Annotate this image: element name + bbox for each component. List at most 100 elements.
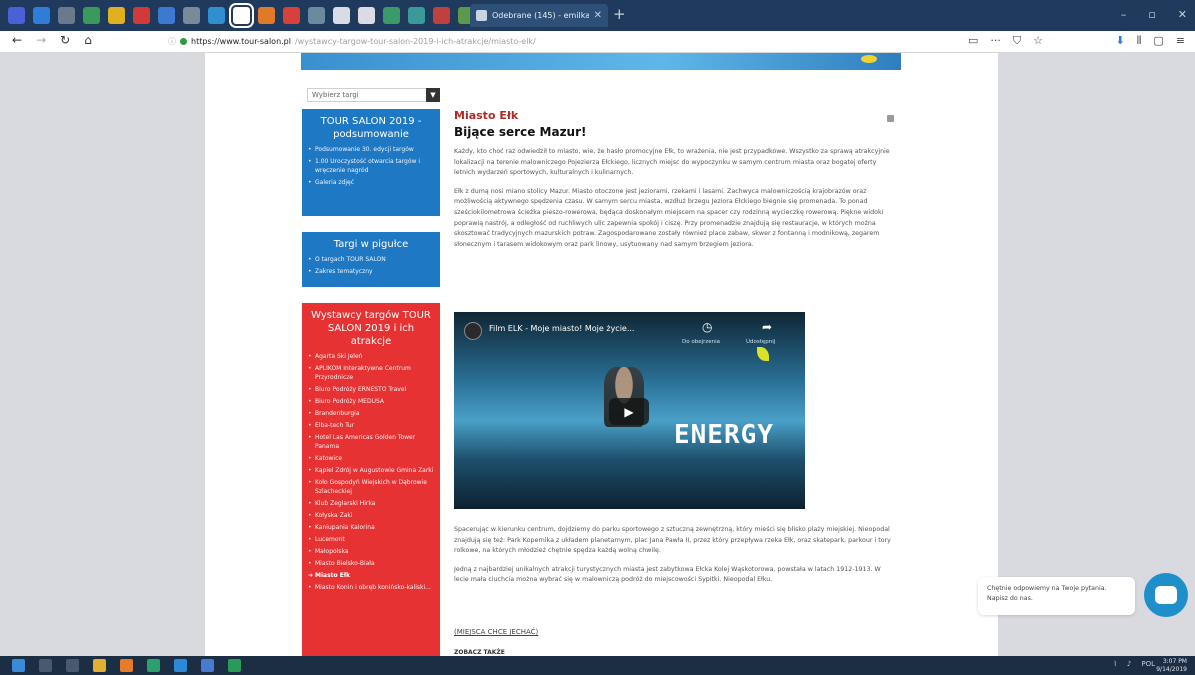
video-overlay-text: ENERGY [674,420,774,450]
sidebar-link[interactable]: Zakres tematyczny [308,267,434,276]
system-tray: ⌇ ♪ POL [1113,660,1155,668]
info-icon[interactable]: ⓘ [168,36,176,47]
sidebar-link[interactable]: Podsumowanie 30. edycji targów [308,145,434,154]
reader-view-icon[interactable]: ▭ [968,34,978,48]
media-player-icon[interactable] [147,659,160,672]
chart-icon[interactable] [158,7,175,24]
windows-start-icon[interactable] [12,659,25,672]
active-tab[interactable]: Odebrane (145) - emilka.pachi ✕ [470,4,608,27]
more-actions-icon[interactable]: ··· [990,34,1001,48]
fair-select[interactable]: Wybierz targi ▼ [307,88,440,102]
download-icon[interactable]: ⬇ [1116,34,1125,48]
book-icon[interactable] [258,7,275,24]
network-icon[interactable]: ⌇ [1113,660,1116,668]
exhibitor-link[interactable]: Biuro Podróży ERNESTO Travel [308,385,434,394]
pigulka-box: Targi w pigułce O targach TOUR SALON Zakr… [302,232,440,287]
calendar-icon[interactable] [229,3,254,28]
photo-icon[interactable] [58,7,75,24]
firefox-icon[interactable] [120,659,133,672]
article-link[interactable]: (MIEJSCA CHCE JECHAĆ) [454,628,538,636]
volume-icon[interactable]: ♪ [1127,660,1131,668]
pdf-icon[interactable] [283,7,300,24]
exhibitor-link[interactable]: Kołyska Żaki [308,511,434,520]
maximize-icon[interactable]: ▫ [1148,8,1155,21]
clock[interactable]: 3:07 PM 9/14/2019 [1156,658,1187,674]
exhibitor-link[interactable]: Kąpiel Zdrój w Augustowie Gmina Żarki [308,466,434,475]
exhibitor-link[interactable]: Brandenburgia [308,409,434,418]
share-icon[interactable]: ➦ [762,320,772,334]
new-tab-button[interactable]: + [613,5,626,23]
print-icon[interactable] [887,115,894,122]
exhibitor-link[interactable]: Katowice [308,454,434,463]
chat-open-button[interactable] [1144,573,1188,617]
exhibitor-link[interactable]: Agarta Ski Jeleń [308,352,434,361]
chevron-down-icon[interactable]: ▼ [426,88,440,102]
pocket-icon[interactable]: ⛉ [1013,34,1021,48]
video-player[interactable]: Film ELK - Moje miasto! Moje życie... ◷ … [454,312,805,509]
library-icon[interactable]: ⫴ [1137,34,1142,48]
sidebar-icon[interactable]: ▢ [1153,34,1163,48]
video-title[interactable]: Film ELK - Moje miasto! Moje życie... [489,324,634,333]
share-label[interactable]: Udostępnij [746,339,775,345]
store-icon[interactable] [201,659,214,672]
exhibitor-link[interactable]: Biuro Podróży MEDUSA [308,397,434,406]
sheet-icon[interactable] [383,7,400,24]
exhibitor-link[interactable]: Małopolska [308,547,434,556]
browser-tools: ⬇ ⫴ ▢ ≡ [1116,34,1185,48]
article-continued: Spacerując w kierunku centrum, dojdziemy… [454,517,894,586]
close-window-icon[interactable]: ✕ [1178,8,1187,21]
home-icon[interactable]: ⌂ [84,33,92,47]
exhibitor-link[interactable]: Elba-tech Tur [308,421,434,430]
exhibitor-link[interactable]: Miasto Bielsko-Biała [308,559,434,568]
edge-icon[interactable] [174,659,187,672]
star-icon[interactable] [108,7,125,24]
mail-icon[interactable] [33,7,50,24]
language-indicator[interactable]: POL [1141,660,1155,668]
clock-icon[interactable]: ◷ [702,320,712,334]
article-headline: Bijące serce Mazur! [454,125,587,139]
exhibitor-link[interactable]: Lucemont [308,535,434,544]
watch-later-label[interactable]: Do obejrzenia [682,339,720,345]
file-explorer-icon[interactable] [93,659,106,672]
exhibitor-link[interactable]: Koło Gospodyń Wiejskich w Dąbrowie Szlac… [308,478,434,496]
sidebar-link[interactable]: Galeria zdjęć [308,178,434,187]
sidebar-link[interactable]: 1.00 Uroczystość otwarcia targów i wręcz… [308,157,434,175]
minimize-icon[interactable]: – [1121,8,1127,21]
search-icon[interactable] [39,659,52,672]
exhibitors-box-title: Wystawcy targów TOUR SALON 2019 i ich at… [311,310,431,347]
secure-lock-icon [180,38,187,45]
channel-logo-icon[interactable] [464,322,482,340]
teams-icon[interactable] [8,7,25,24]
exhibitor-link[interactable]: Miasto Ełk [308,571,434,580]
exhibitor-link[interactable]: Kaniupania Kalorina [308,523,434,532]
docs-icon[interactable] [83,7,100,24]
chat-icon [1155,586,1177,604]
folder-icon[interactable] [433,7,450,24]
grid-icon[interactable] [183,7,200,24]
chat-message[interactable]: Chętnie odpowiemy na Twoje pytania. Napi… [978,577,1135,615]
bookmark-star-icon[interactable]: ☆ [1033,34,1043,48]
clock-time: 3:07 PM [1162,658,1187,665]
exhibitor-link[interactable]: APLIKOM Interaktywne Centrum Przyrodnicz… [308,364,434,382]
plus-circle-icon[interactable] [358,7,375,24]
exhibitor-link[interactable]: Hotel Las Americas Golden Tower Panama [308,433,434,451]
close-tab-icon[interactable]: ✕ [594,10,602,21]
excel-icon[interactable] [228,659,241,672]
menu-icon[interactable]: ≡ [1176,34,1185,48]
reload-icon[interactable]: ↻ [60,33,70,47]
sheet-icon[interactable] [408,7,425,24]
play-button[interactable]: ▶ [609,398,649,425]
cube-icon[interactable] [208,7,225,24]
summary-list: Podsumowanie 30. edycji targów 1.00 Urocz… [308,145,434,187]
exhibitor-link[interactable]: Klub Żeglarski Hirka [308,499,434,508]
plus-circle-icon[interactable] [333,7,350,24]
exhibitor-link[interactable]: Miasto Konin i obręb konińsko-kaliski... [308,583,434,592]
sidebar-link[interactable]: O targach TOUR SALON [308,255,434,264]
task-view-icon[interactable] [66,659,79,672]
address-bar[interactable]: ⓘ https://www.tour-salon.pl /wystawcy-ta… [168,33,958,50]
back-icon[interactable]: ← [12,33,22,47]
image-icon[interactable] [308,7,325,24]
heart-icon[interactable] [133,7,150,24]
forward-icon[interactable]: → [36,33,46,47]
header-banner [301,53,901,70]
